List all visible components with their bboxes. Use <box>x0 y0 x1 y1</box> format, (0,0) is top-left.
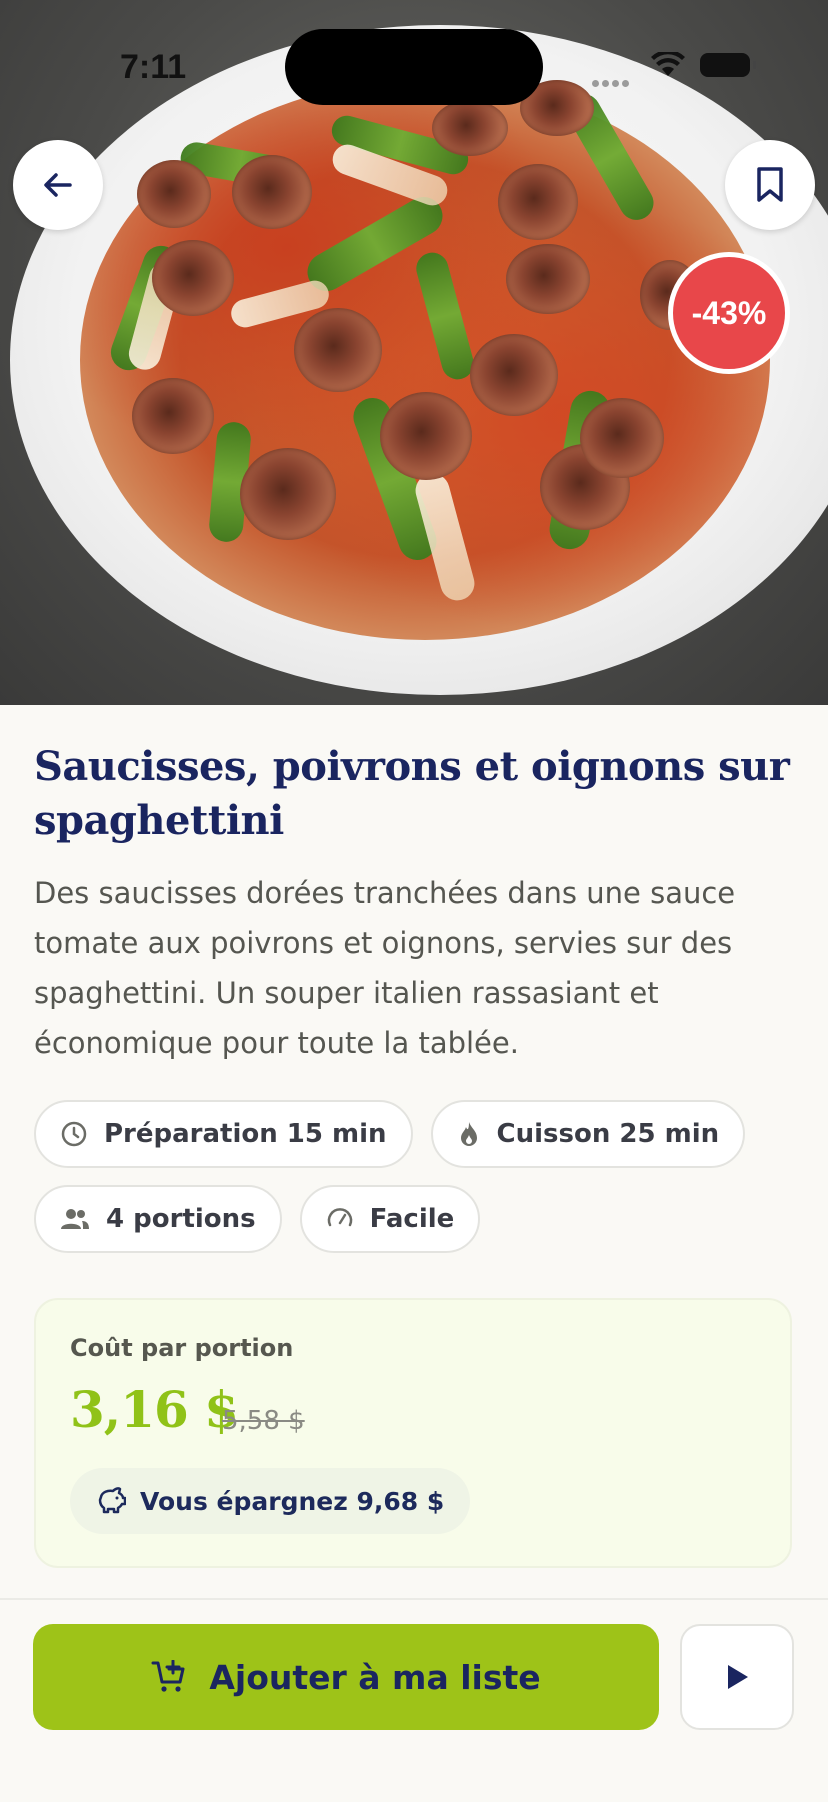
chip-preparation: Préparation 15 min <box>34 1100 413 1168</box>
battery-icon <box>700 53 756 77</box>
back-button[interactable] <box>13 140 103 230</box>
piggy-bank-icon <box>98 1487 126 1514</box>
signal-dots-icon <box>592 72 634 87</box>
sausage-slice <box>506 244 590 314</box>
status-bar: 7:11 <box>0 0 828 120</box>
add-to-list-label: Ajouter à ma liste <box>209 1657 541 1697</box>
gauge-icon <box>327 1208 352 1227</box>
recipe-meta-chips: Préparation 15 min Cuisson 25 min 4 port… <box>34 1100 804 1270</box>
sausage-slice <box>152 240 234 316</box>
people-icon <box>61 1209 89 1229</box>
play-icon <box>728 1665 748 1689</box>
discount-badge: -43% <box>668 252 790 374</box>
price-per-portion: 3,16 $ <box>70 1380 239 1439</box>
arrow-left-icon <box>44 173 72 197</box>
wifi-icon <box>651 52 685 76</box>
sausage-slice <box>294 308 382 392</box>
sausage-slice <box>240 448 336 540</box>
chip-label: Facile <box>369 1204 455 1234</box>
chip-difficulty: Facile <box>299 1185 481 1253</box>
add-to-list-button[interactable]: Ajouter à ma liste <box>33 1624 659 1730</box>
old-price: 5,58 $ <box>222 1406 305 1436</box>
chip-label: Préparation 15 min <box>104 1119 387 1149</box>
recipe-title: Saucisses, poivrons et oignons sur spagh… <box>34 743 790 844</box>
sausage-slice <box>137 160 211 228</box>
bookmark-icon <box>757 167 783 202</box>
dynamic-island <box>285 29 543 105</box>
cost-label: Coût par portion <box>70 1334 294 1362</box>
cart-plus-icon <box>151 1660 185 1692</box>
bottom-action-bar: Ajouter à ma liste <box>0 1598 828 1802</box>
clock-icon <box>61 1121 87 1147</box>
sausage-slice <box>232 155 312 229</box>
status-time: 7:11 <box>120 48 187 86</box>
savings-text: Vous épargnez 9,68 $ <box>140 1486 445 1516</box>
play-button[interactable] <box>680 1624 794 1730</box>
sausage-slice <box>470 334 558 416</box>
cost-card: Coût par portion 3,16 $ 5,58 $ Vous épar… <box>34 1298 792 1568</box>
chip-label: Cuisson 25 min <box>496 1119 720 1149</box>
chip-cooking: Cuisson 25 min <box>430 1100 746 1168</box>
recipe-info: Saucisses, poivrons et oignons sur spagh… <box>34 740 794 1068</box>
sausage-slice <box>498 164 578 240</box>
chip-portions: 4 portions <box>34 1185 282 1253</box>
sausage-slice <box>580 398 664 478</box>
recipe-description: Des saucisses dorées tranchées dans une … <box>34 876 736 1060</box>
savings-badge: Vous épargnez 9,68 $ <box>70 1468 471 1534</box>
flame-icon <box>460 1122 477 1146</box>
sausage-slice <box>380 392 472 480</box>
bookmark-button[interactable] <box>725 140 815 230</box>
sausage-slice <box>132 378 214 454</box>
chip-label: 4 portions <box>106 1204 256 1234</box>
